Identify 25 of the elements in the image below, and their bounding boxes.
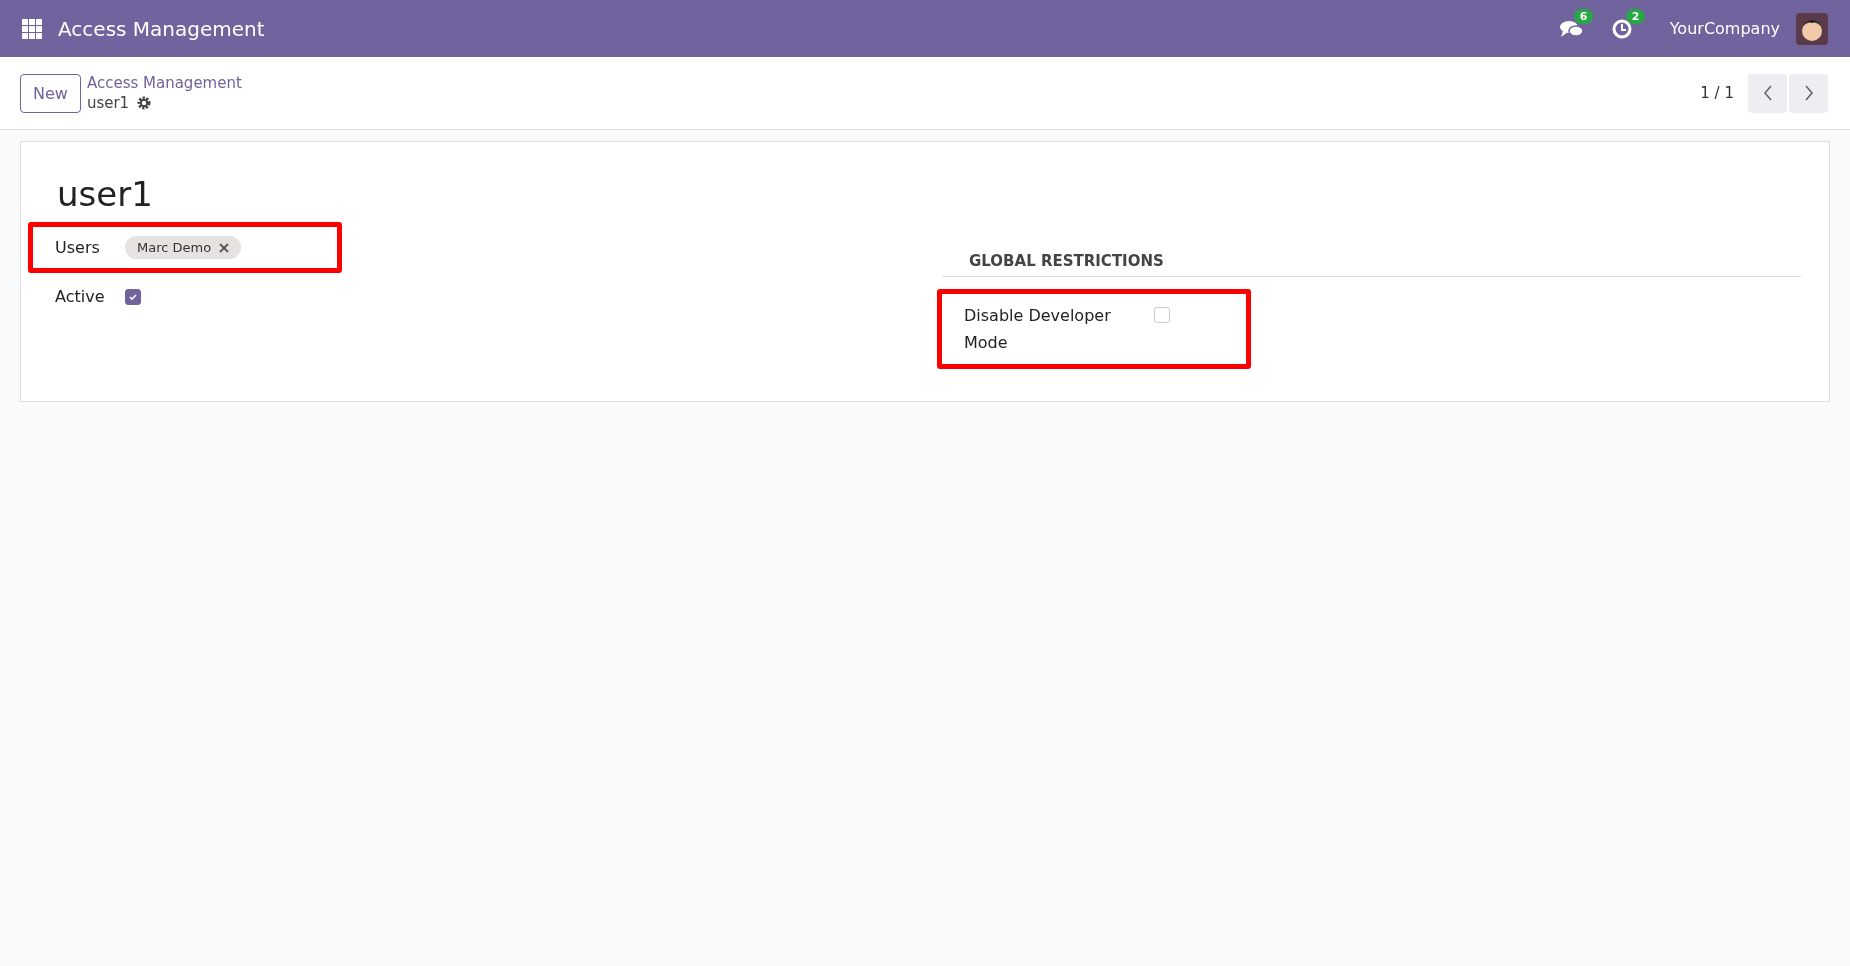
field-label: Active: [55, 287, 106, 306]
clock-icon[interactable]: [1611, 18, 1632, 39]
user-tag[interactable]: Marc Demo: [125, 236, 242, 259]
close-icon[interactable]: [219, 242, 230, 253]
activities-count-badge: 2: [1625, 8, 1646, 24]
user-avatar-icon[interactable]: [1796, 12, 1828, 45]
chat-bubbles-icon[interactable]: [1559, 18, 1584, 39]
settings-icon[interactable]: [137, 96, 152, 110]
breadcrumb-link[interactable]: Access Management: [86, 74, 242, 92]
record-title: user1: [57, 174, 154, 214]
disable-developer-mode-checkbox[interactable]: [1154, 307, 1170, 323]
pager-value: 1 / 1: [1700, 84, 1734, 102]
record-name: user1: [86, 94, 130, 112]
field-label: Disable Developer Mode: [964, 305, 1112, 354]
company-switcher[interactable]: YourCompany: [1669, 19, 1780, 38]
chevron-right-icon: [1803, 85, 1814, 101]
checkmark-icon: [128, 291, 138, 302]
messages-count-badge: 6: [1573, 8, 1594, 24]
field-label: Users: [55, 238, 101, 257]
apps-grid-icon[interactable]: [22, 18, 42, 39]
new-button[interactable]: New: [20, 73, 81, 113]
active-checkbox[interactable]: [125, 288, 141, 305]
app-title[interactable]: Access Management: [58, 16, 265, 41]
section-heading: GLOBAL RESTRICTIONS: [942, 252, 1801, 277]
chevron-left-icon: [1762, 85, 1773, 101]
